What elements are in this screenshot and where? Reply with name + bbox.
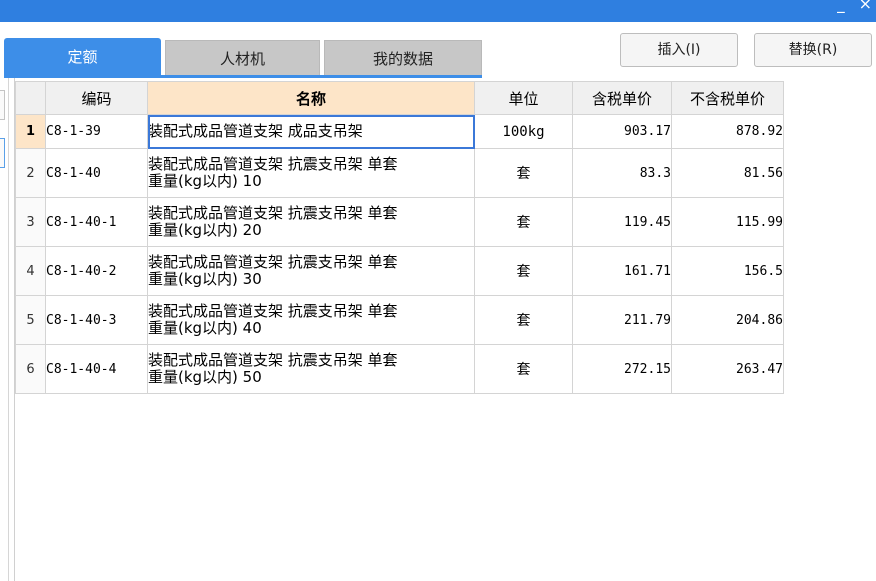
cell-price-notax[interactable]: 115.99 xyxy=(671,197,784,247)
row-index: 6 xyxy=(15,344,46,394)
table-header-row: 编码 名称 单位 含税单价 不含税单价 xyxy=(15,81,784,115)
minimize-button[interactable]: _ xyxy=(837,0,845,14)
cell-code[interactable]: C8-1-40 xyxy=(45,148,148,198)
name-line-2: 重量(kg以内) 40 xyxy=(148,319,262,337)
name-line-1: 装配式成品管道支架 成品支吊架 xyxy=(148,122,363,140)
replace-button[interactable]: 替换(R) xyxy=(754,33,872,67)
left-panel-handle[interactable] xyxy=(0,90,5,120)
table-row[interactable]: 4 C8-1-40-2 装配式成品管道支架 抗震支吊架 单套 重量(kg以内) 3… xyxy=(15,246,784,296)
tab-labor-material-machine[interactable]: 人材机 xyxy=(165,40,320,76)
table-row[interactable]: 1 C8-1-39 装配式成品管道支架 成品支吊架 100kg 903.17 8… xyxy=(15,114,784,149)
cell-code[interactable]: C8-1-39 xyxy=(45,114,148,149)
name-line-1: 装配式成品管道支架 抗震支吊架 单套 xyxy=(148,204,398,222)
cell-price-notax[interactable]: 204.86 xyxy=(671,295,784,345)
cell-price-notax[interactable]: 263.47 xyxy=(671,344,784,394)
cell-unit[interactable]: 套 xyxy=(474,148,573,198)
cell-unit[interactable]: 100kg xyxy=(474,114,573,149)
header-price-notax[interactable]: 不含税单价 xyxy=(671,81,784,115)
close-button[interactable]: × xyxy=(859,0,872,14)
cell-code[interactable]: C8-1-40-1 xyxy=(45,197,148,247)
cell-name[interactable]: 装配式成品管道支架 抗震支吊架 单套 重量(kg以内) 30 xyxy=(147,246,475,296)
cell-unit[interactable]: 套 xyxy=(474,197,573,247)
quota-table: 编码 名称 单位 含税单价 不含税单价 1 C8-1-39 装配式成品管道支架 … xyxy=(15,81,784,394)
name-line-2: 重量(kg以内) 20 xyxy=(148,221,262,239)
cell-unit[interactable]: 套 xyxy=(474,246,573,296)
header-code[interactable]: 编码 xyxy=(45,81,148,115)
row-index: 4 xyxy=(15,246,46,296)
left-panel-edge xyxy=(0,78,9,581)
header-unit[interactable]: 单位 xyxy=(474,81,573,115)
name-line-1: 装配式成品管道支架 抗震支吊架 单套 xyxy=(148,155,398,173)
table-row[interactable]: 2 C8-1-40 装配式成品管道支架 抗震支吊架 单套 重量(kg以内) 10 … xyxy=(15,148,784,198)
cell-code[interactable]: C8-1-40-3 xyxy=(45,295,148,345)
name-line-2: 重量(kg以内) 10 xyxy=(148,172,262,190)
tab-my-data[interactable]: 我的数据 xyxy=(324,40,482,76)
header-price-tax[interactable]: 含税单价 xyxy=(572,81,672,115)
row-index: 1 xyxy=(15,114,46,149)
cell-code[interactable]: C8-1-40-2 xyxy=(45,246,148,296)
cell-name[interactable]: 装配式成品管道支架 抗震支吊架 单套 重量(kg以内) 20 xyxy=(147,197,475,247)
row-index: 3 xyxy=(15,197,46,247)
cell-price-tax[interactable]: 83.3 xyxy=(572,148,672,198)
header-index xyxy=(15,81,46,115)
cell-name[interactable]: 装配式成品管道支架 抗震支吊架 单套 重量(kg以内) 10 xyxy=(147,148,475,198)
name-line-2: 重量(kg以内) 30 xyxy=(148,270,262,288)
cell-name[interactable]: 装配式成品管道支架 抗震支吊架 单套 重量(kg以内) 50 xyxy=(147,344,475,394)
name-line-1: 装配式成品管道支架 抗震支吊架 单套 xyxy=(148,253,398,271)
cell-price-tax[interactable]: 211.79 xyxy=(572,295,672,345)
name-line-1: 装配式成品管道支架 抗震支吊架 单套 xyxy=(148,302,398,320)
table-row[interactable]: 6 C8-1-40-4 装配式成品管道支架 抗震支吊架 单套 重量(kg以内) 5… xyxy=(15,344,784,394)
cell-price-tax[interactable]: 903.17 xyxy=(572,114,672,149)
cell-name[interactable]: 装配式成品管道支架 成品支吊架 xyxy=(147,114,475,149)
cell-name[interactable]: 装配式成品管道支架 抗震支吊架 单套 重量(kg以内) 40 xyxy=(147,295,475,345)
cell-price-notax[interactable]: 156.5 xyxy=(671,246,784,296)
cell-price-notax[interactable]: 878.92 xyxy=(671,114,784,149)
cell-code[interactable]: C8-1-40-4 xyxy=(45,344,148,394)
insert-button[interactable]: 插入(I) xyxy=(620,33,738,67)
cell-price-tax[interactable]: 272.15 xyxy=(572,344,672,394)
row-index: 5 xyxy=(15,295,46,345)
cell-unit[interactable]: 套 xyxy=(474,344,573,394)
name-line-1: 装配式成品管道支架 抗震支吊架 单套 xyxy=(148,351,398,369)
name-line-2: 重量(kg以内) 50 xyxy=(148,368,262,386)
cell-price-notax[interactable]: 81.56 xyxy=(671,148,784,198)
title-bar: _ × xyxy=(0,0,876,22)
row-index: 2 xyxy=(15,148,46,198)
header-name[interactable]: 名称 xyxy=(147,81,475,115)
cell-unit[interactable]: 套 xyxy=(474,295,573,345)
left-panel-handle-selected[interactable] xyxy=(0,138,5,168)
window-controls: _ × xyxy=(837,0,872,14)
table-row[interactable]: 5 C8-1-40-3 装配式成品管道支架 抗震支吊架 单套 重量(kg以内) 4… xyxy=(15,295,784,345)
cell-price-tax[interactable]: 161.71 xyxy=(572,246,672,296)
table-row[interactable]: 3 C8-1-40-1 装配式成品管道支架 抗震支吊架 单套 重量(kg以内) 2… xyxy=(15,197,784,247)
quota-grid-area: 编码 名称 单位 含税单价 不含税单价 1 C8-1-39 装配式成品管道支架 … xyxy=(14,78,876,581)
tab-quota[interactable]: 定额 xyxy=(4,38,161,76)
cell-price-tax[interactable]: 119.45 xyxy=(572,197,672,247)
